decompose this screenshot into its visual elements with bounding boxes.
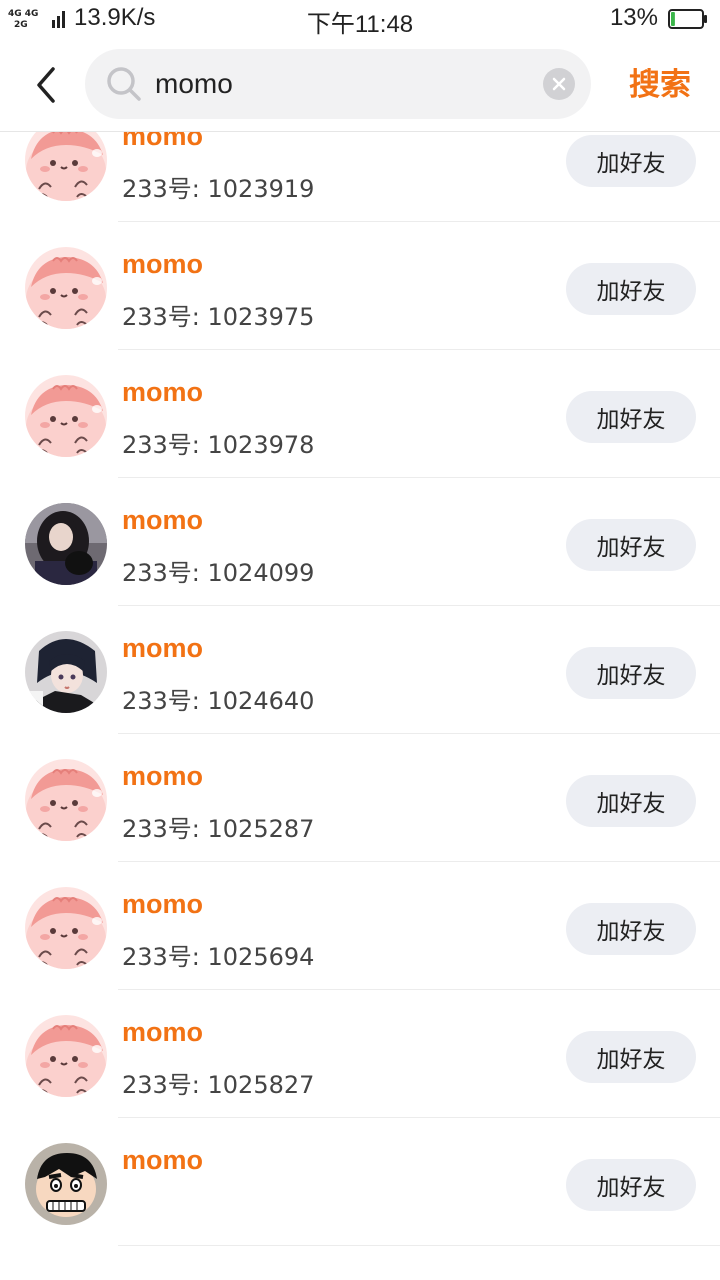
- user-name: momo: [122, 1145, 203, 1175]
- user-name: momo: [122, 377, 203, 407]
- user-id: 233号: 1023975: [122, 303, 315, 331]
- avatar[interactable]: [25, 759, 107, 841]
- chevron-left-icon: [37, 67, 55, 103]
- avatar[interactable]: [25, 503, 107, 585]
- clear-search-button[interactable]: [543, 68, 575, 100]
- user-name: momo: [122, 1017, 203, 1047]
- result-row[interactable]: momo 加好友: [0, 1118, 720, 1246]
- avatar[interactable]: [25, 1015, 107, 1097]
- result-row[interactable]: momo 233号: 1025287 加好友: [0, 734, 720, 862]
- search-results-list: momo233号: 1023819加好友 momo233号: 1023919加好…: [0, 0, 720, 1246]
- user-name: momo: [122, 761, 203, 791]
- user-id: 233号: 1025287: [122, 815, 315, 843]
- add-friend-button[interactable]: 加好友: [566, 391, 696, 443]
- back-button[interactable]: [26, 60, 66, 110]
- search-header: 搜索: [0, 38, 720, 132]
- avatar[interactable]: [25, 247, 107, 329]
- user-id: 233号: 1023919: [122, 175, 315, 203]
- user-name: momo: [122, 889, 203, 919]
- add-friend-button[interactable]: 加好友: [566, 1031, 696, 1083]
- add-friend-button[interactable]: 加好友: [566, 519, 696, 571]
- row-divider: [118, 1245, 720, 1246]
- user-id: 233号: 1025694: [122, 943, 315, 971]
- battery-percent: 13%: [609, 4, 658, 31]
- user-name: momo: [122, 249, 203, 279]
- avatar[interactable]: [25, 1143, 107, 1225]
- status-bar: 4G 4G 2G 13.9K/s 下午11:48 13%: [0, 0, 720, 38]
- search-icon: [107, 67, 141, 101]
- user-name: momo: [122, 633, 203, 663]
- result-row[interactable]: momo 233号: 1024099 加好友: [0, 478, 720, 606]
- user-id: 233号: 1023978: [122, 431, 315, 459]
- user-id: 233号: 1024640: [122, 687, 315, 715]
- result-row[interactable]: momo 233号: 1025694 加好友: [0, 862, 720, 990]
- add-friend-button[interactable]: 加好友: [566, 647, 696, 699]
- search-input[interactable]: [155, 59, 535, 109]
- add-friend-button[interactable]: 加好友: [566, 775, 696, 827]
- user-id: 233号: 1024099: [122, 559, 315, 587]
- result-row[interactable]: momo 233号: 1023978 加好友: [0, 350, 720, 478]
- result-row[interactable]: momo 233号: 1025827 加好友: [0, 990, 720, 1118]
- add-friend-button[interactable]: 加好友: [566, 135, 696, 187]
- avatar[interactable]: [25, 887, 107, 969]
- add-friend-button[interactable]: 加好友: [566, 263, 696, 315]
- add-friend-button[interactable]: 加好友: [566, 1159, 696, 1211]
- add-friend-button[interactable]: 加好友: [566, 903, 696, 955]
- search-box[interactable]: [85, 49, 591, 119]
- battery-icon: [668, 9, 707, 29]
- search-button[interactable]: 搜索: [620, 60, 700, 110]
- result-row[interactable]: momo 233号: 1024640 加好友: [0, 606, 720, 734]
- close-icon: [552, 77, 566, 91]
- user-name: momo: [122, 505, 203, 535]
- user-id: 233号: 1025827: [122, 1071, 315, 1099]
- avatar[interactable]: [25, 631, 107, 713]
- result-row[interactable]: momo 233号: 1023975 加好友: [0, 222, 720, 350]
- avatar[interactable]: [25, 375, 107, 457]
